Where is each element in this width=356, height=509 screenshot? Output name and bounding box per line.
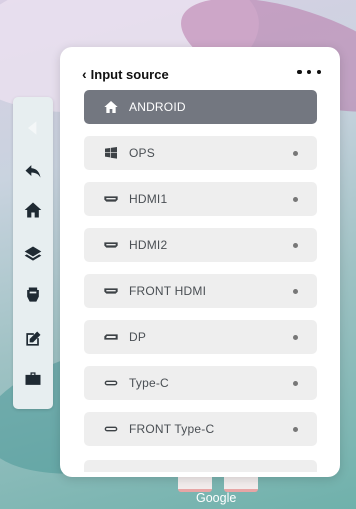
source-item-hdmi1[interactable]: HDMI1 (84, 182, 317, 216)
more-options-button[interactable] (297, 64, 321, 80)
panel-title: Input source (90, 66, 169, 82)
home-icon (102, 98, 120, 116)
source-label: HDMI1 (129, 192, 168, 206)
source-item-front-hdmi[interactable]: FRONT HDMI (84, 274, 317, 308)
status-dot (293, 197, 298, 202)
status-dot (293, 381, 298, 386)
displayport-icon (102, 328, 120, 346)
more-horizontal-icon (297, 69, 302, 75)
hdmi-port-icon (102, 190, 120, 208)
chevron-left-icon: ‹ (82, 66, 87, 82)
source-label: HDMI2 (129, 238, 168, 252)
source-item-partial[interactable] (84, 460, 317, 472)
source-label: ANDROID (129, 100, 186, 114)
source-item-front-type-c[interactable]: FRONT Type-C (84, 412, 317, 446)
annotate-icon[interactable] (13, 326, 53, 352)
source-item-dp[interactable]: DP (84, 320, 317, 354)
hdmi-port-icon (102, 236, 120, 254)
source-label: FRONT HDMI (129, 284, 207, 298)
layers-icon[interactable] (13, 241, 53, 267)
source-item-type-c[interactable]: Type-C (84, 366, 317, 400)
status-dot (293, 243, 298, 248)
source-item-hdmi2[interactable]: HDMI2 (84, 228, 317, 262)
side-toolbar (13, 97, 53, 409)
collapse-arrow-icon[interactable] (13, 115, 53, 141)
status-dot (293, 427, 298, 432)
source-item-android[interactable]: ANDROID (84, 90, 317, 124)
back-button[interactable]: ‹ Input source (82, 66, 169, 82)
input-source-panel: ‹ Input source ANDROID OPS HDMI1 HDMI2 F… (60, 47, 340, 477)
usb-c-icon (102, 420, 120, 438)
toolbox-icon[interactable] (13, 366, 53, 392)
panel-header: ‹ Input source (60, 47, 340, 87)
status-dot (293, 151, 298, 156)
status-dot (293, 289, 298, 294)
home-icon[interactable] (13, 197, 53, 223)
source-label: FRONT Type-C (129, 422, 215, 436)
source-item-ops[interactable]: OPS (84, 136, 317, 170)
source-label: DP (129, 330, 147, 344)
back-icon[interactable] (13, 158, 53, 184)
input-source-icon[interactable] (13, 282, 53, 308)
source-label: Type-C (129, 376, 169, 390)
source-label: OPS (129, 146, 155, 160)
dock-label: Google (196, 491, 237, 505)
hdmi-port-icon (102, 282, 120, 300)
windows-icon (102, 144, 120, 162)
usb-c-icon (102, 374, 120, 392)
status-dot (293, 335, 298, 340)
